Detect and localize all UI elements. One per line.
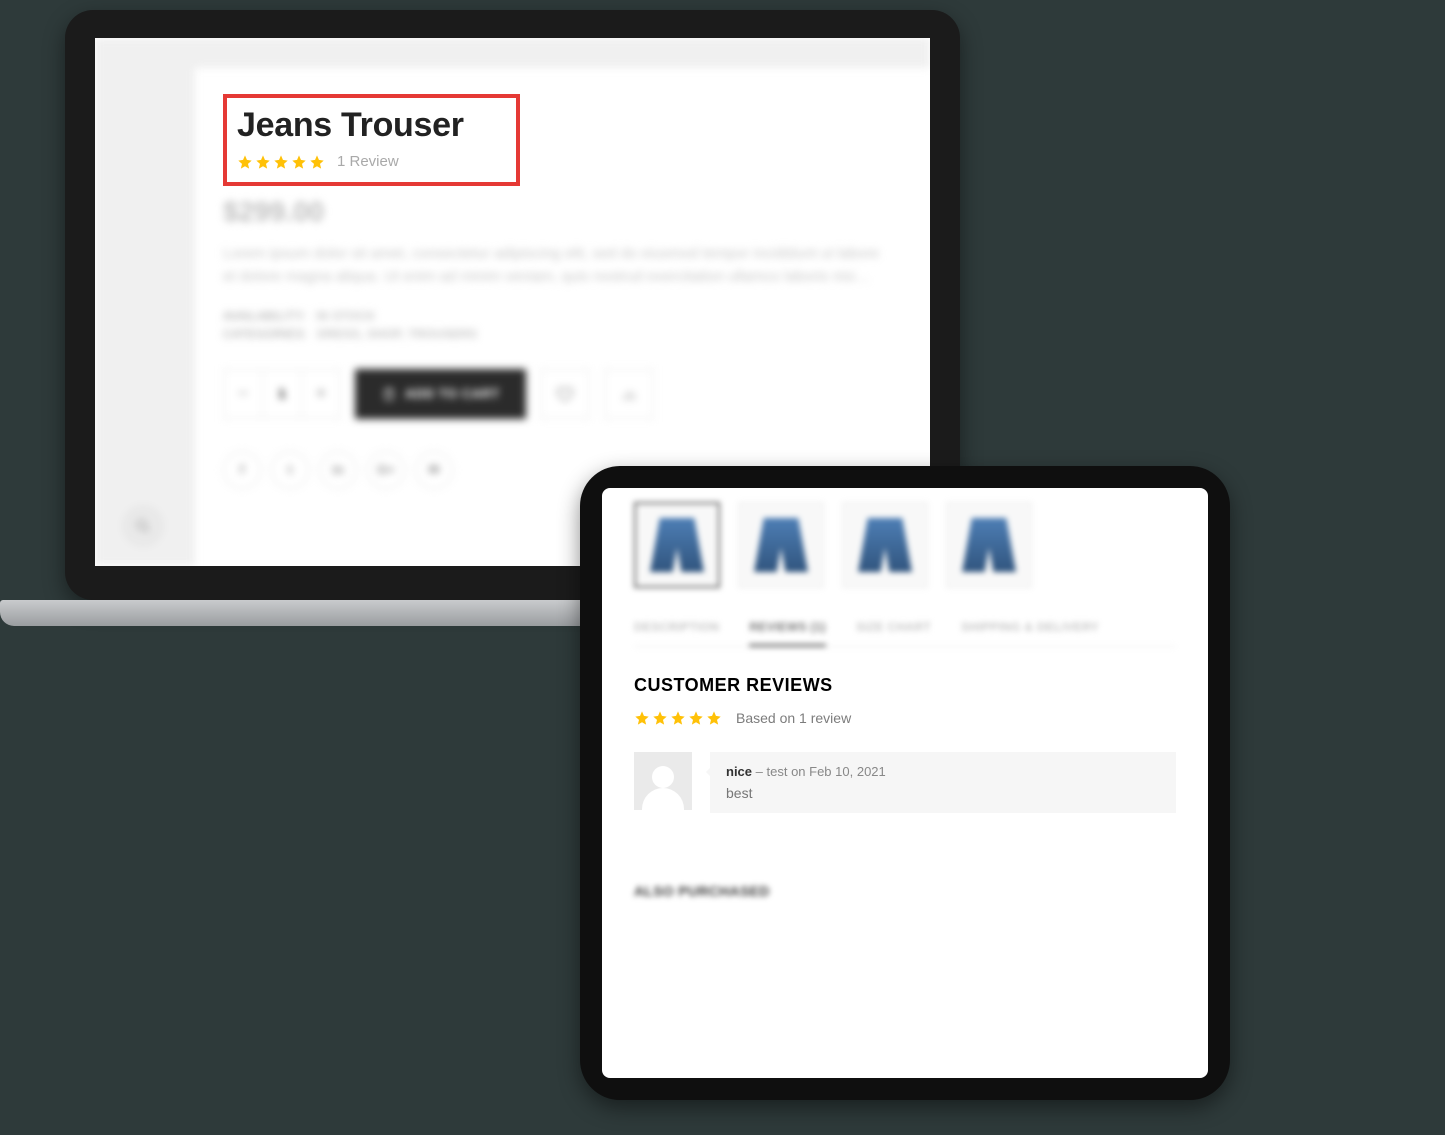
- categories-line: CATEGORIES: DRESS, SHOP, TROUSERS: [223, 327, 902, 341]
- jeans-shorts-icon: [858, 518, 912, 572]
- star-icon: [634, 710, 650, 726]
- star-icon: [237, 154, 253, 170]
- tablet-mock: DESCRIPTION REVIEWS (1) SIZE CHART SHIPP…: [580, 466, 1230, 1100]
- product-description: Lorem ipsum dolor sit amet, consectetur …: [223, 242, 883, 289]
- product-price: $299.00: [223, 196, 902, 228]
- highlight-box: Jeans Trouser 1 Review: [223, 94, 520, 186]
- product-tabs: DESCRIPTION REVIEWS (1) SIZE CHART SHIPP…: [634, 610, 1176, 647]
- tablet-screen: DESCRIPTION REVIEWS (1) SIZE CHART SHIPP…: [602, 488, 1208, 1078]
- bag-icon: [381, 386, 397, 402]
- review-on: on: [787, 764, 809, 779]
- categories-value: DRESS, SHOP, TROUSERS: [317, 327, 477, 341]
- compare-button[interactable]: [604, 369, 654, 419]
- product-thumbnails: [634, 502, 1176, 588]
- share-email-button[interactable]: ✉: [415, 451, 453, 489]
- jeans-shorts-icon: [962, 518, 1016, 572]
- availability-line: AVAILABILITY: IN STOCK: [223, 309, 902, 323]
- wishlist-button[interactable]: [540, 369, 590, 419]
- aggregate-stars: [634, 710, 722, 726]
- product-thumbnail[interactable]: [842, 502, 928, 588]
- review-bubble: nice – test on Feb 10, 2021 best: [710, 752, 1176, 813]
- rating-row: 1 Review: [237, 153, 464, 170]
- quantity-stepper[interactable]: − +: [223, 369, 341, 419]
- aggregate-rating: Based on 1 review: [634, 710, 1176, 726]
- product-thumbnail[interactable]: [946, 502, 1032, 588]
- tab-reviews[interactable]: REVIEWS (1): [749, 610, 826, 647]
- share-google-button[interactable]: G+: [367, 451, 405, 489]
- share-twitter-button[interactable]: t: [271, 451, 309, 489]
- aggregate-text: Based on 1 review: [736, 710, 851, 726]
- star-icon: [309, 154, 325, 170]
- share-facebook-button[interactable]: f: [223, 451, 261, 489]
- qty-decrease-button[interactable]: −: [224, 370, 262, 418]
- bar-chart-icon: [620, 385, 638, 403]
- review-date: Feb 10, 2021: [809, 764, 886, 779]
- thumbnail-sidebar: [95, 68, 195, 566]
- availability-value: IN STOCK: [316, 309, 376, 323]
- reviews-section: CUSTOMER REVIEWS Based on 1 review: [634, 675, 1176, 813]
- review-title: nice: [726, 764, 752, 779]
- jeans-shorts-icon: [754, 518, 808, 572]
- search-icon: [135, 518, 151, 534]
- zoom-button[interactable]: [123, 506, 163, 546]
- star-icon: [291, 154, 307, 170]
- reviews-heading: CUSTOMER REVIEWS: [634, 675, 1176, 696]
- jeans-shorts-icon: [650, 518, 704, 572]
- review-sep: –: [752, 764, 766, 779]
- product-title: Jeans Trouser: [237, 106, 464, 145]
- product-thumbnail[interactable]: [634, 502, 720, 588]
- product-thumbnail[interactable]: [738, 502, 824, 588]
- qty-input[interactable]: [262, 370, 302, 418]
- review-author: test: [766, 764, 787, 779]
- star-icon: [670, 710, 686, 726]
- categories-label: CATEGORIES:: [223, 327, 307, 341]
- availability-label: AVAILABILITY:: [223, 309, 307, 323]
- review-meta: nice – test on Feb 10, 2021: [726, 764, 1160, 779]
- star-icon: [273, 154, 289, 170]
- review-item: nice – test on Feb 10, 2021 best: [634, 752, 1176, 813]
- tab-description[interactable]: DESCRIPTION: [634, 610, 719, 646]
- actions-row: − + ADD TO CART: [223, 369, 902, 419]
- heart-icon: [556, 385, 574, 403]
- avatar: [634, 752, 692, 810]
- star-icon: [652, 710, 668, 726]
- star-icon: [706, 710, 722, 726]
- tab-shipping[interactable]: SHIPPING & DELIVERY: [961, 610, 1099, 646]
- reviews-link[interactable]: 1 Review: [337, 153, 399, 170]
- also-purchased-heading: ALSO PURCHASED: [634, 883, 1176, 899]
- qty-increase-button[interactable]: +: [302, 370, 340, 418]
- tablet-page: DESCRIPTION REVIEWS (1) SIZE CHART SHIPP…: [602, 488, 1208, 913]
- add-to-cart-button[interactable]: ADD TO CART: [355, 369, 526, 419]
- star-icon: [255, 154, 271, 170]
- tablet-bezel: DESCRIPTION REVIEWS (1) SIZE CHART SHIPP…: [580, 466, 1230, 1100]
- review-body: best: [726, 785, 1160, 801]
- highlight-overlay: Jeans Trouser 1 Review: [223, 94, 520, 186]
- share-linkedin-button[interactable]: in: [319, 451, 357, 489]
- star-icon: [688, 710, 704, 726]
- add-to-cart-label: ADD TO CART: [405, 386, 500, 401]
- page-topbar: [95, 38, 930, 68]
- rating-stars: [237, 154, 325, 170]
- tab-size-chart[interactable]: SIZE CHART: [856, 610, 931, 646]
